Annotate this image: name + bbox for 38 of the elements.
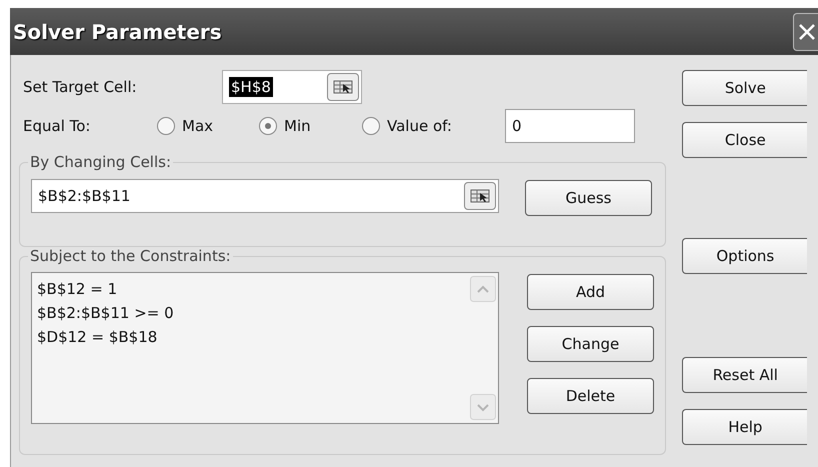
constraint-button[interactable]: Add	[527, 274, 654, 310]
dialog-button[interactable]: Reset All	[682, 357, 808, 393]
range-select-icon	[333, 80, 353, 94]
constraint-item[interactable]: $B$2:$B$11 >= 0	[37, 301, 463, 325]
range-select-button[interactable]	[464, 182, 496, 210]
constraint-item[interactable]: $D$12 = $B$18	[37, 325, 463, 349]
close-icon	[798, 22, 816, 40]
dialog-button[interactable]: Options	[682, 238, 808, 274]
field-value: $H$8	[229, 77, 273, 97]
constraint-item[interactable]: $B$12 = 1	[37, 277, 463, 301]
radio-button[interactable]	[362, 117, 380, 135]
radio-button[interactable]	[157, 117, 175, 135]
radio-option[interactable]: Min	[259, 117, 362, 135]
dialog-button[interactable]: Solve	[682, 70, 808, 106]
value-field[interactable]: 0	[505, 109, 635, 143]
window-title: Solver Parameters	[12, 20, 222, 44]
dialog-button[interactable]: Help	[682, 409, 808, 445]
scroll-up-button[interactable]	[470, 276, 496, 302]
guess-button[interactable]: Guess	[525, 180, 652, 216]
constraint-button[interactable]: Delete	[527, 378, 654, 414]
radio-button[interactable]	[259, 117, 277, 135]
range-select-button[interactable]	[327, 73, 359, 101]
dialog-button[interactable]: Close	[682, 122, 808, 158]
scroll-down-button[interactable]	[470, 394, 496, 420]
field-label: Set Target Cell:	[22, 78, 138, 96]
changing-cells-field[interactable]: $B$2:$B$11	[31, 179, 499, 213]
scrollbar[interactable]	[468, 273, 498, 423]
constraints-list[interactable]: $B$12 = 1 $B$2:$B$11 >= 0 $D$12 = $B$18	[31, 272, 499, 424]
group-label: By Changing Cells:	[29, 153, 172, 171]
range-select-icon	[470, 189, 490, 203]
close-button[interactable]	[793, 12, 818, 50]
radio-option[interactable]: Max	[157, 117, 259, 135]
field-label: Equal To:	[22, 117, 92, 135]
group-label: Subject to the Constraints:	[29, 247, 232, 265]
constraint-button[interactable]: Change	[527, 326, 654, 362]
radio-option[interactable]: Value of:	[362, 117, 505, 135]
field-value: $B$2:$B$11	[38, 187, 130, 205]
target-cell-field[interactable]: $H$8	[222, 70, 362, 104]
